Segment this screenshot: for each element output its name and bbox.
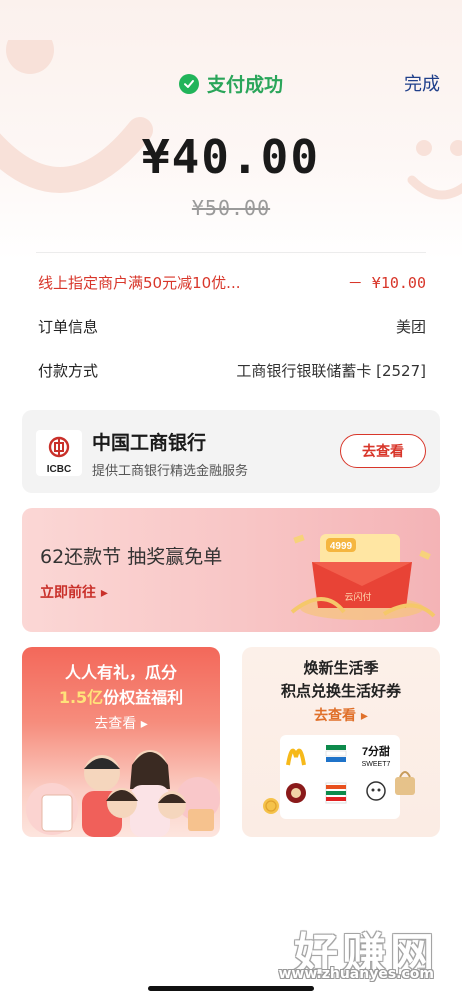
brand-7-sub: SWEET7	[362, 761, 391, 768]
banner-badge: 4999	[330, 541, 353, 552]
icbc-logo: ICBC	[36, 430, 82, 476]
payment-status: 支付成功	[0, 70, 462, 97]
method-label: 付款方式	[38, 362, 99, 380]
banner-pay-tag: 云闪付	[344, 592, 371, 602]
paid-amount: ¥40.00	[141, 130, 321, 184]
order-row: 订单信息 美团	[38, 316, 426, 337]
status-text: 支付成功	[206, 74, 283, 96]
bank-name: 中国工商银行	[92, 432, 207, 454]
bank-desc: 提供工商银行精选金融服务	[92, 464, 249, 479]
order-value: 美团	[395, 318, 426, 336]
brand-logos: 7分甜 SWEET7	[280, 735, 400, 819]
promo-right-line1: 焕新生活季	[303, 659, 379, 677]
method-value: 工商银行银联储蓄卡 [2527]	[236, 362, 426, 380]
coin-icon	[263, 798, 279, 814]
promo-label: 线上指定商户满50元减10优...	[38, 274, 241, 292]
watermark-url: www.zhuanyes.com	[278, 966, 435, 982]
promo-left-line2: 1.5亿份权益福利	[22, 684, 220, 708]
bank-card[interactable]: ICBC 中国工商银行 提供工商银行精选金融服务 去查看	[22, 410, 440, 493]
promo-left-rest: 份权益福利	[103, 688, 184, 707]
seven-eleven-icon	[325, 782, 347, 804]
promo-left-line1: 人人有礼，瓜分	[64, 663, 177, 682]
method-row: 付款方式 工商银行银联储蓄卡 [2527]	[38, 360, 426, 381]
promo-right-link[interactable]: 去查看 ▸	[242, 705, 440, 725]
check-circle-icon	[178, 73, 199, 94]
banner-go-link[interactable]: 立即前往 ▸	[40, 582, 108, 602]
original-amount: ¥50.00	[191, 196, 271, 220]
divider	[36, 252, 426, 253]
mcdonalds-icon	[286, 748, 306, 766]
order-label: 订单信息	[38, 318, 99, 336]
shopping-bag-icon	[395, 771, 415, 795]
brand-mascot-icon	[366, 781, 386, 801]
familymart-icon	[325, 745, 347, 762]
icbc-logo-text: ICBC	[47, 464, 71, 475]
done-button[interactable]: 完成	[404, 70, 440, 96]
promo-left-link[interactable]: 去查看 ▸	[22, 713, 220, 733]
promo-card-right[interactable]: 焕新生活季 积点兑换生活好券 去查看 ▸ 7分甜 SWEET7	[242, 647, 440, 837]
pizzahut-icon	[286, 783, 306, 803]
people-illustration	[26, 750, 220, 837]
banner-title: 62还款节 抽奖赢免单	[40, 546, 223, 568]
bank-view-button[interactable]: 去查看	[340, 434, 426, 468]
brand-7-label: 7分甜	[362, 744, 390, 758]
promo-right-line2: 积点兑换生活好券	[280, 682, 401, 700]
promo-row: 线上指定商户满50元减10优... － ¥10.00	[38, 272, 426, 293]
repayment-banner[interactable]: 62还款节 抽奖赢免单 立即前往 ▸ 4999 云闪付	[22, 508, 440, 632]
promo-left-highlight: 1.5亿	[58, 688, 104, 707]
promo-value: － ¥10.00	[347, 274, 426, 292]
home-indicator	[148, 986, 314, 991]
red-envelope-illustration: 4999 云闪付	[290, 534, 436, 620]
promo-card-left[interactable]: 人人有礼，瓜分 1.5亿份权益福利 去查看 ▸	[22, 647, 220, 837]
